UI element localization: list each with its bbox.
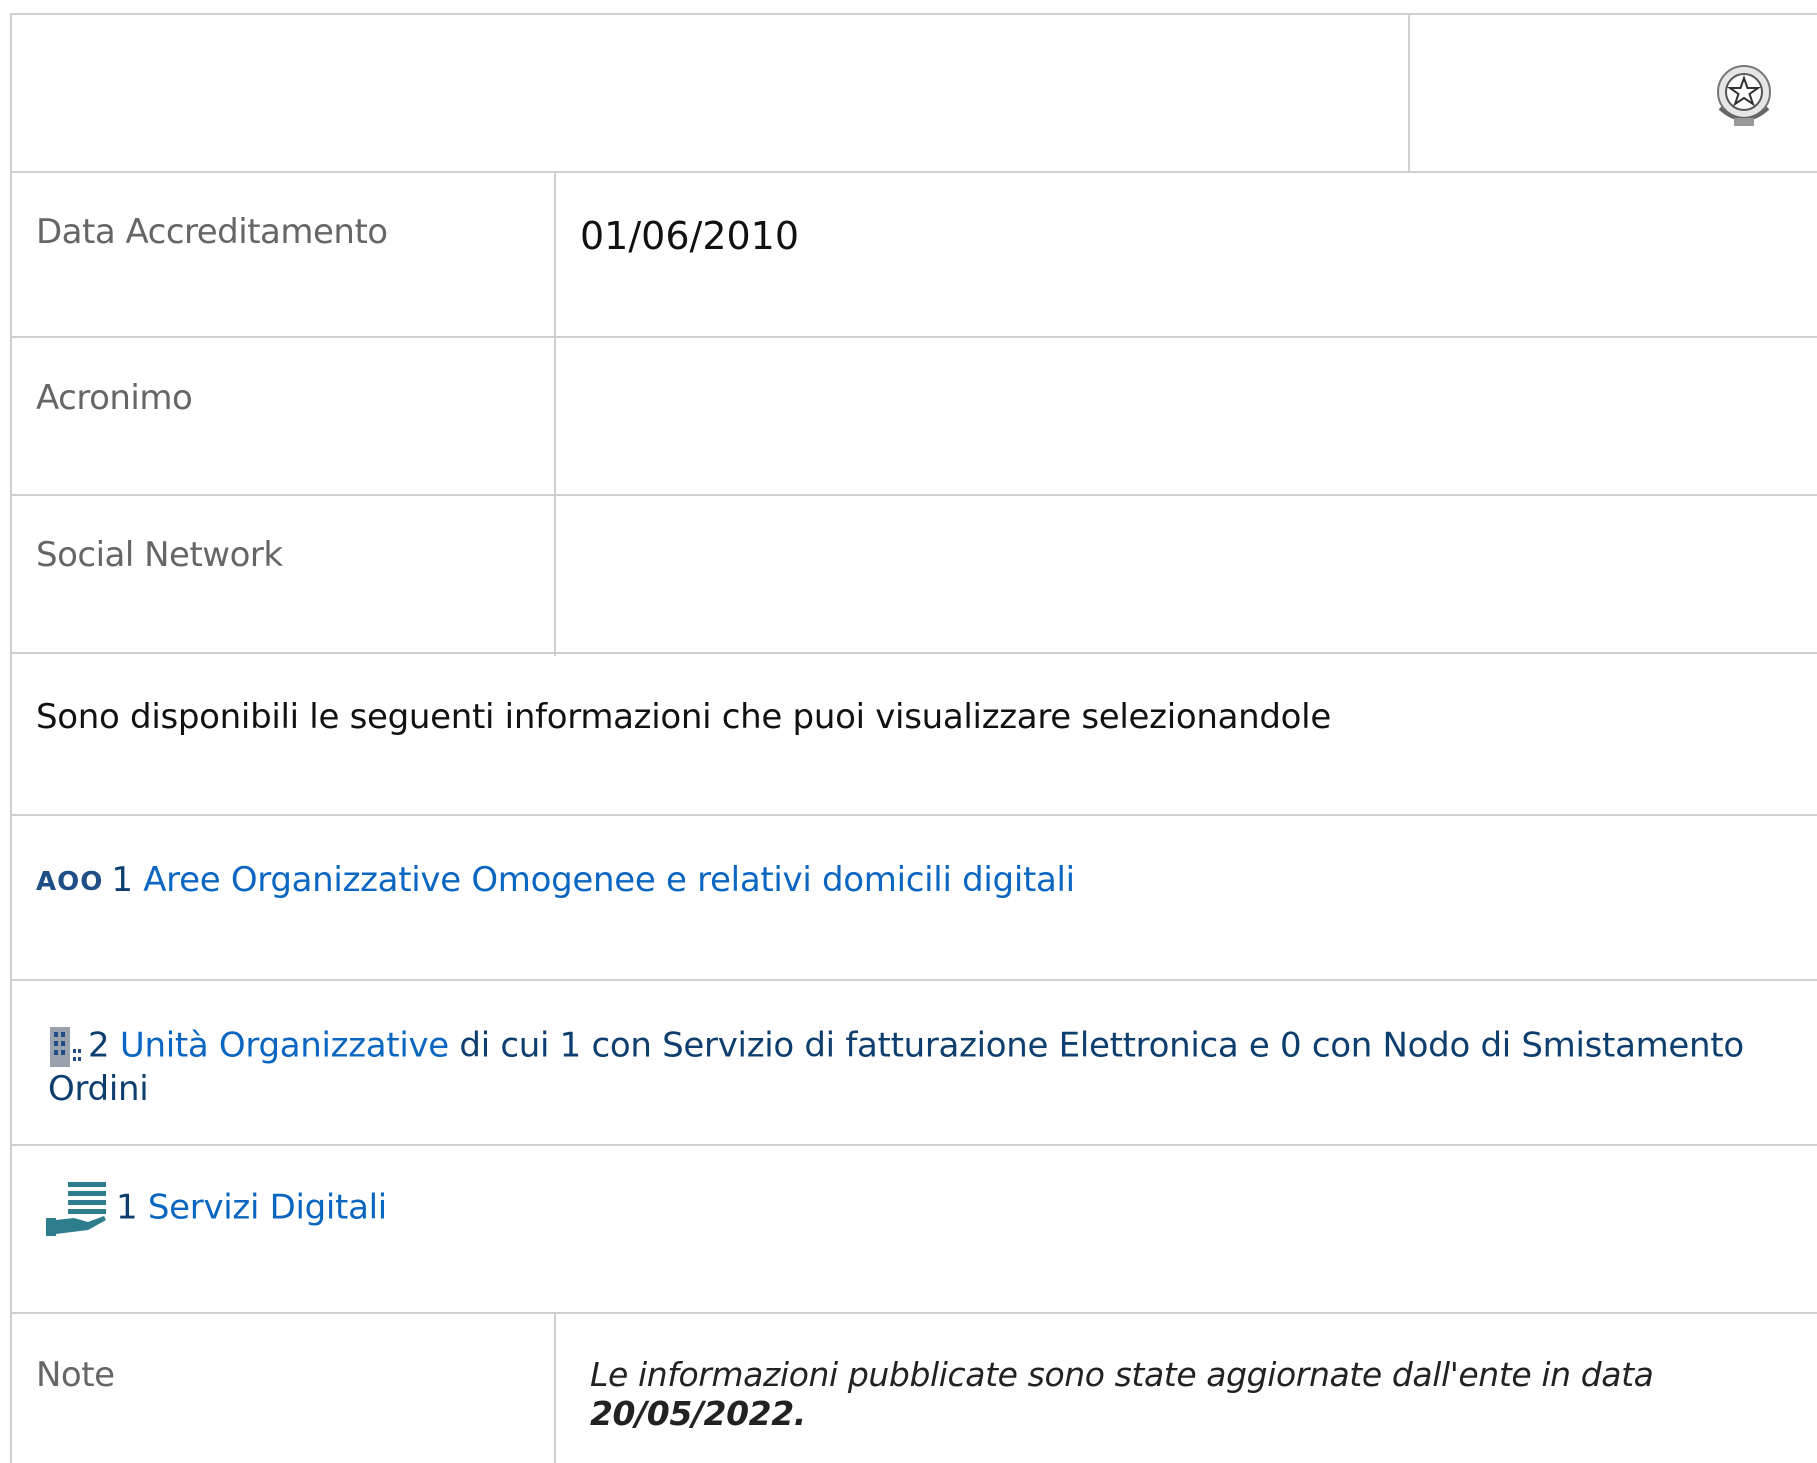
aoo-line: AOO 1 Aree Organizzative Omogenee e relat…: [36, 860, 1075, 900]
italian-republic-emblem-icon: [1717, 65, 1771, 126]
data-accreditamento-label: Data Accreditamento: [36, 212, 388, 252]
aoo-icon: AOO: [36, 866, 104, 897]
uo-link[interactable]: Unità Organizzative: [120, 1026, 449, 1066]
hand-service-icon: [46, 1182, 106, 1236]
servizi-link[interactable]: Servizi Digitali: [148, 1188, 387, 1228]
aoo-link[interactable]: Aree Organizzative Omogenee e relativi d…: [143, 860, 1075, 900]
servizi-line: 1 Servizi Digitali: [44, 1180, 387, 1238]
servizi-count: 1: [116, 1187, 138, 1228]
header-divider: [1408, 13, 1410, 173]
acronimo-label: Acronimo: [36, 378, 193, 418]
building-icon: [50, 1027, 81, 1067]
row-data-accreditamento: [10, 173, 1817, 338]
row-social-network: [10, 496, 1817, 654]
aoo-count: 1: [111, 860, 133, 900]
uo-count: 2: [88, 1025, 110, 1066]
header-row: [10, 13, 1817, 173]
row-acronimo: [10, 338, 1817, 496]
note-text: Le informazioni pubblicate sono state ag…: [590, 1355, 1817, 1433]
note-column-divider: [554, 1314, 556, 1463]
info-intro-text: Sono disponibili le seguenti informazion…: [36, 697, 1331, 737]
social-network-label: Social Network: [36, 535, 283, 575]
note-label: Note: [36, 1355, 115, 1395]
note-date: 20/05/2022.: [590, 1394, 806, 1433]
data-accreditamento-value: 01/06/2010: [580, 214, 800, 258]
uo-line: 2 Unità Organizzative di cui 1 con Servi…: [48, 1025, 1817, 1110]
note-sentence: Le informazioni pubblicate sono state ag…: [590, 1355, 1654, 1394]
